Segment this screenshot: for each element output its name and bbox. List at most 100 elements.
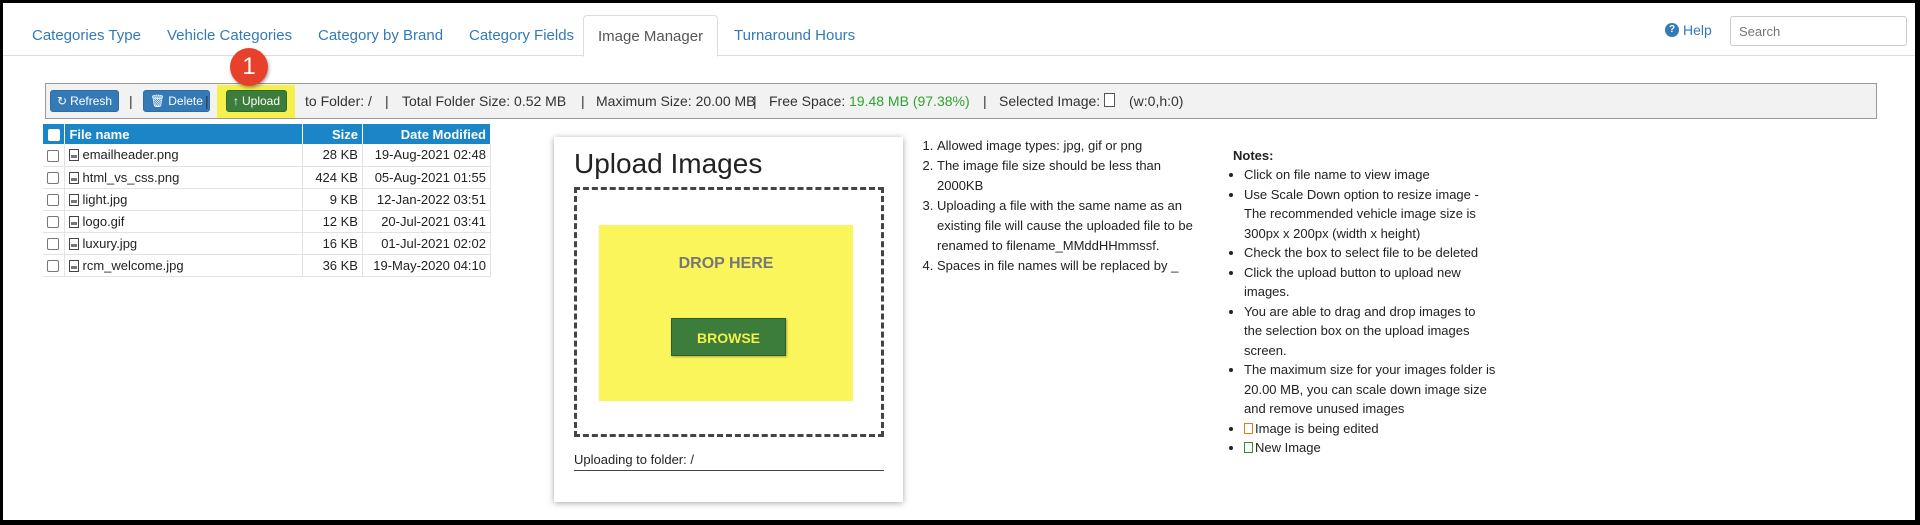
table-row: emailheader.png 28 KB 19-Aug-2021 02:48 [43,144,492,167]
file-name[interactable]: html_vs_css.png [82,170,179,185]
search-input[interactable] [1730,16,1907,46]
rule-item: The image file size should be less than … [937,156,1209,196]
table-row: logo.gif 12 KB 20-Jul-2021 03:41 [43,210,492,233]
notes-title: Notes: [1233,148,1274,163]
refresh-label: Refresh [70,94,113,108]
file-name-cell[interactable]: luxury.jpg [64,232,304,255]
upload-icon: ↑ [233,94,239,108]
note-item: Click the upload button to upload new im… [1244,263,1496,302]
image-file-icon [69,259,80,272]
toolbar-separator: | [129,93,133,109]
toolbar-separator: | [205,93,209,109]
drop-zone[interactable]: DROP HERE BROWSE [574,187,884,437]
drop-area[interactable]: DROP HERE BROWSE [599,225,853,401]
image-file-icon [69,193,80,206]
tab-categories-type[interactable]: Categories Type [18,15,155,57]
toolbar: ↻ Refresh | 🗑 Delete | ↑ Upload to Folde… [45,83,1877,119]
row-checkbox-cell [43,144,66,167]
column-date-modified[interactable]: Date Modified [362,124,492,144]
image-file-icon [1104,93,1115,107]
note-item: You are able to drag and drop images to … [1244,302,1496,361]
file-name[interactable]: logo.gif [82,214,124,229]
column-file-name[interactable]: File name [64,124,304,144]
file-name[interactable]: luxury.jpg [82,236,137,251]
file-size: 424 KB [302,166,363,189]
upload-rules-list: Allowed image types: jpg, gif or png The… [919,136,1209,276]
row-checkbox-cell [43,254,66,277]
new-image-icon [1244,442,1253,453]
tab-bar: Categories Type Vehicle Categories Categ… [3,3,1915,57]
tab-image-manager[interactable]: Image Manager [583,15,719,57]
file-size: 28 KB [302,144,363,167]
uploading-folder-text: Uploading to folder: / [574,452,884,471]
drop-here-text: DROP HERE [678,255,774,272]
file-table: File name Size Date Modified emailheader… [43,124,492,277]
step-badge-1: 1 [230,48,268,86]
note-item: Use Scale Down option to resize image - … [1244,185,1496,244]
tab-turnaround-hours[interactable]: Turnaround Hours [720,15,869,57]
row-checkbox-cell [43,232,66,255]
rule-item: Spaces in file names will be replaced by… [937,256,1209,276]
select-all-header[interactable] [43,124,66,144]
rule-item: Allowed image types: jpg, gif or png [937,136,1209,156]
tab-category-by-brand[interactable]: Category by Brand [304,15,457,57]
note-item: The maximum size for your images folder … [1244,360,1496,419]
row-checkbox[interactable] [47,238,59,251]
file-size: 36 KB [302,254,363,277]
image-file-icon [69,215,80,228]
toolbar-separator: | [983,93,987,109]
file-name[interactable]: light.jpg [82,192,127,207]
folder-text: to Folder: / [305,93,372,109]
file-name[interactable]: emailheader.png [82,147,178,162]
table-row: light.jpg 9 KB 12-Jan-2022 03:51 [43,188,492,211]
free-space-value: 19.48 MB (97.38%) [849,93,970,109]
row-checkbox[interactable] [47,194,59,207]
image-file-icon [69,149,80,162]
file-name[interactable]: rcm_welcome.jpg [82,258,183,273]
help-link[interactable]: ? Help [1665,22,1712,38]
note-legend-new: New Image [1244,438,1496,458]
refresh-button[interactable]: ↻ Refresh [50,90,120,112]
file-date: 05-Aug-2021 01:55 [362,166,492,189]
tab-vehicle-categories[interactable]: Vehicle Categories [153,15,306,57]
notes-list: Click on file name to view image Use Sca… [1226,165,1496,458]
help-label: Help [1683,22,1712,38]
delete-button[interactable]: 🗑 Delete [143,90,210,112]
column-size[interactable]: Size [302,124,363,144]
table-row: html_vs_css.png 424 KB 05-Aug-2021 01:55 [43,166,492,189]
upload-button[interactable]: ↑ Upload [226,90,288,112]
question-icon: ? [1665,23,1679,37]
browse-button[interactable]: BROWSE [671,318,786,356]
note-item: Check the box to select file to be delet… [1244,243,1496,263]
file-name-cell[interactable]: emailheader.png [64,144,304,167]
row-checkbox[interactable] [47,260,59,273]
image-edited-icon [1244,422,1253,434]
file-size: 9 KB [302,188,363,211]
selected-image-label: Selected Image: [999,93,1101,109]
file-name-cell[interactable]: light.jpg [64,188,304,211]
row-checkbox[interactable] [47,216,59,229]
toolbar-separator: | [385,93,389,109]
rule-item: Uploading a file with the same name as a… [937,196,1209,256]
file-date: 19-Aug-2021 02:48 [362,144,492,167]
file-name-cell[interactable]: rcm_welcome.jpg [64,254,304,277]
file-name-cell[interactable]: html_vs_css.png [64,166,304,189]
row-checkbox[interactable] [47,172,59,185]
tab-category-fields[interactable]: Category Fields [455,15,588,57]
table-header-row: File name Size Date Modified [43,124,492,144]
toolbar-separator: | [581,93,585,109]
free-space-label: Free Space: [769,93,846,109]
selected-image-dimensions: (w:0,h:0) [1129,93,1184,109]
delete-label: Delete [168,94,203,108]
note-legend-edited: Image is being edited [1244,419,1496,439]
row-checkbox-cell [43,166,66,189]
toolbar-separator: | [753,93,757,109]
file-size: 16 KB [302,232,363,255]
legend-edited-label: Image is being edited [1255,420,1379,436]
select-all-checkbox[interactable] [47,129,60,142]
image-file-icon [69,171,80,184]
file-date: 12-Jan-2022 03:51 [362,188,492,211]
row-checkbox[interactable] [47,149,59,162]
file-name-cell[interactable]: logo.gif [64,210,304,233]
note-item: Click on file name to view image [1244,165,1496,185]
